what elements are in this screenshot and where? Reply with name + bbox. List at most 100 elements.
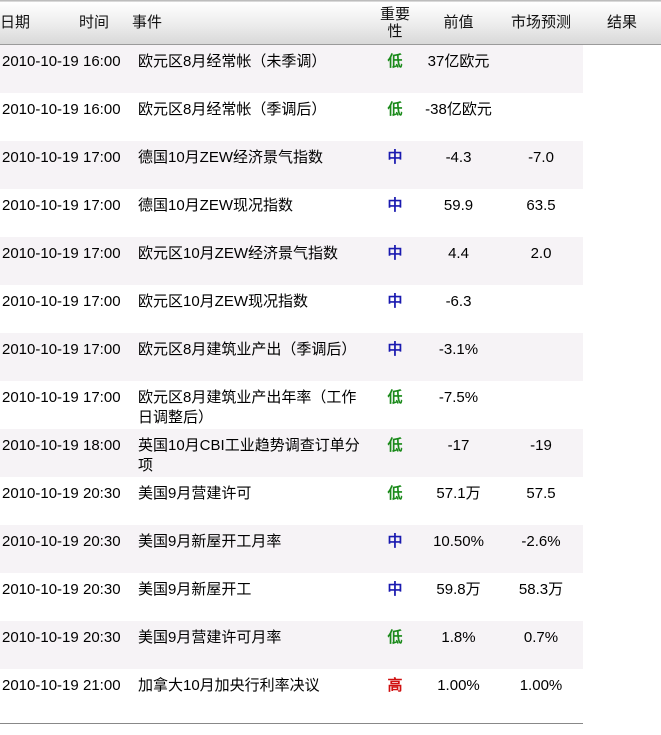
row-event: 美国9月新屋开工月率 bbox=[132, 524, 372, 573]
header-time[interactable]: 时间 bbox=[79, 1, 132, 45]
row-result bbox=[583, 236, 661, 285]
row-event: 美国9月营建许可 bbox=[132, 476, 372, 525]
row-event: 加拿大10月加央行利率决议 bbox=[132, 668, 372, 717]
header-importance-line2: 性 bbox=[387, 22, 403, 40]
row-forecast: 0.7% bbox=[499, 620, 583, 669]
table-row[interactable]: 2010-10-19 17:00 德国10月ZEW经济景气指数中 -4.3 -7.0 bbox=[0, 140, 661, 189]
row-time: 20:30 bbox=[79, 620, 132, 669]
row-event: 欧元区8月经常帐（季调后） bbox=[132, 92, 372, 141]
table-row[interactable]: 2010-10-19 17:00 欧元区10月ZEW经济景气指数中 4.4 2.0 bbox=[0, 236, 661, 285]
header-importance[interactable]: 重要 性 bbox=[372, 1, 418, 45]
row-result bbox=[583, 44, 661, 93]
row-date: 2010-10-19 bbox=[0, 284, 79, 333]
row-date: 2010-10-19 bbox=[0, 620, 79, 669]
table-row[interactable]: 2010-10-19 20:30 美国9月营建许可低 57.1万 57.5 bbox=[0, 476, 661, 525]
row-importance: 高 bbox=[372, 668, 418, 717]
table-row[interactable]: 2010-10-19 20:30 美国9月新屋开工中 59.8万 58.3万 bbox=[0, 572, 661, 621]
row-time: 20:30 bbox=[79, 572, 132, 621]
table-row[interactable]: 2010-10-19 20:30 美国9月新屋开工月率中 10.50% -2.6% bbox=[0, 524, 661, 573]
row-result bbox=[583, 620, 661, 669]
row-forecast: -2.6% bbox=[499, 524, 583, 573]
row-date: 2010-10-19 bbox=[0, 428, 79, 477]
row-previous: 1.00% bbox=[418, 668, 499, 717]
table-header-row: 日期 时间 事件 重要 性 前值 市场预测 结果 bbox=[0, 0, 661, 45]
row-time: 17:00 bbox=[79, 332, 132, 381]
row-time: 17:00 bbox=[79, 188, 132, 237]
header-previous[interactable]: 前值 bbox=[418, 1, 499, 45]
row-time: 20:30 bbox=[79, 476, 132, 525]
row-previous: 4.4 bbox=[418, 236, 499, 285]
row-forecast: 1.00% bbox=[499, 668, 583, 717]
row-previous: -3.1% bbox=[418, 332, 499, 381]
row-previous: -17 bbox=[418, 428, 499, 477]
row-time: 17:00 bbox=[79, 380, 132, 429]
row-date: 2010-10-19 bbox=[0, 44, 79, 93]
row-event: 欧元区8月建筑业产出年率（工作日调整后） bbox=[132, 380, 372, 429]
header-forecast[interactable]: 市场预测 bbox=[499, 1, 583, 45]
row-importance: 中 bbox=[372, 524, 418, 573]
row-forecast: 2.0 bbox=[499, 236, 583, 285]
row-previous: -7.5% bbox=[418, 380, 499, 429]
table-row[interactable]: 2010-10-19 17:00 欧元区10月ZEW现况指数中 -6.3 bbox=[0, 284, 661, 333]
table-row[interactable]: 2010-10-19 17:00 欧元区8月建筑业产出年率（工作日调整后）低 -7.5… bbox=[0, 380, 661, 429]
row-date: 2010-10-19 bbox=[0, 380, 79, 429]
row-forecast bbox=[499, 380, 583, 429]
header-result[interactable]: 结果 bbox=[583, 1, 661, 45]
row-previous: 57.1万 bbox=[418, 476, 499, 525]
row-importance: 中 bbox=[372, 236, 418, 285]
row-time: 18:00 bbox=[79, 428, 132, 477]
row-previous: 1.8% bbox=[418, 620, 499, 669]
calendar-table: 日期 时间 事件 重要 性 前值 市场预测 结果 2010-10-19 16:00… bbox=[0, 0, 661, 717]
row-event: 德国10月ZEW经济景气指数 bbox=[132, 140, 372, 189]
row-event: 德国10月ZEW现况指数 bbox=[132, 188, 372, 237]
row-result bbox=[583, 668, 661, 717]
row-event: 欧元区8月建筑业产出（季调后） bbox=[132, 332, 372, 381]
row-event: 美国9月新屋开工 bbox=[132, 572, 372, 621]
row-date: 2010-10-19 bbox=[0, 140, 79, 189]
table-row[interactable]: 2010-10-19 21:00 加拿大10月加央行利率决议高 1.00% 1.00% bbox=[0, 668, 661, 717]
row-time: 17:00 bbox=[79, 284, 132, 333]
header-event[interactable]: 事件 bbox=[132, 1, 372, 45]
row-event: 欧元区8月经常帐（未季调） bbox=[132, 44, 372, 93]
row-forecast: -19 bbox=[499, 428, 583, 477]
row-importance: 低 bbox=[372, 44, 418, 93]
row-importance: 中 bbox=[372, 188, 418, 237]
row-event: 欧元区10月ZEW现况指数 bbox=[132, 284, 372, 333]
row-date: 2010-10-19 bbox=[0, 92, 79, 141]
row-forecast: -7.0 bbox=[499, 140, 583, 189]
header-importance-line1: 重要 bbox=[379, 5, 410, 23]
table-row[interactable]: 2010-10-19 17:00 德国10月ZEW现况指数中 59.9 63.5 bbox=[0, 188, 661, 237]
row-date: 2010-10-19 bbox=[0, 572, 79, 621]
table-row[interactable]: 2010-10-19 20:30 美国9月营建许可月率低 1.8% 0.7% bbox=[0, 620, 661, 669]
table-bottom-divider bbox=[0, 723, 583, 724]
row-event: 英国10月CBI工业趋势调查订单分项 bbox=[132, 428, 372, 477]
table-row[interactable]: 2010-10-19 16:00 欧元区8月经常帐（未季调）低 37亿欧元 bbox=[0, 44, 661, 93]
row-previous: 59.8万 bbox=[418, 572, 499, 621]
row-result bbox=[583, 92, 661, 141]
row-forecast: 57.5 bbox=[499, 476, 583, 525]
header-date[interactable]: 日期 bbox=[0, 1, 79, 45]
row-forecast: 63.5 bbox=[499, 188, 583, 237]
calendar-rows: 2010-10-19 16:00 欧元区8月经常帐（未季调）低 37亿欧元 2010-1… bbox=[0, 44, 661, 717]
row-time: 21:00 bbox=[79, 668, 132, 717]
row-result bbox=[583, 572, 661, 621]
table-row[interactable]: 2010-10-19 18:00 英国10月CBI工业趋势调查订单分项低 -17 -19 bbox=[0, 428, 661, 477]
row-result bbox=[583, 140, 661, 189]
row-result bbox=[583, 380, 661, 429]
row-importance: 低 bbox=[372, 92, 418, 141]
row-date: 2010-10-19 bbox=[0, 524, 79, 573]
row-date: 2010-10-19 bbox=[0, 188, 79, 237]
row-importance: 中 bbox=[372, 332, 418, 381]
row-date: 2010-10-19 bbox=[0, 332, 79, 381]
row-forecast bbox=[499, 44, 583, 93]
row-time: 20:30 bbox=[79, 524, 132, 573]
row-previous: 37亿欧元 bbox=[418, 44, 499, 93]
row-previous: -4.3 bbox=[418, 140, 499, 189]
row-previous: -6.3 bbox=[418, 284, 499, 333]
table-row[interactable]: 2010-10-19 17:00 欧元区8月建筑业产出（季调后）中 -3.1% bbox=[0, 332, 661, 381]
table-row[interactable]: 2010-10-19 16:00 欧元区8月经常帐（季调后）低 -38亿欧元 bbox=[0, 92, 661, 141]
economic-calendar: 日期 时间 事件 重要 性 前值 市场预测 结果 2010-10-19 16:00… bbox=[0, 0, 661, 735]
row-forecast bbox=[499, 332, 583, 381]
row-importance: 中 bbox=[372, 572, 418, 621]
row-importance: 中 bbox=[372, 140, 418, 189]
